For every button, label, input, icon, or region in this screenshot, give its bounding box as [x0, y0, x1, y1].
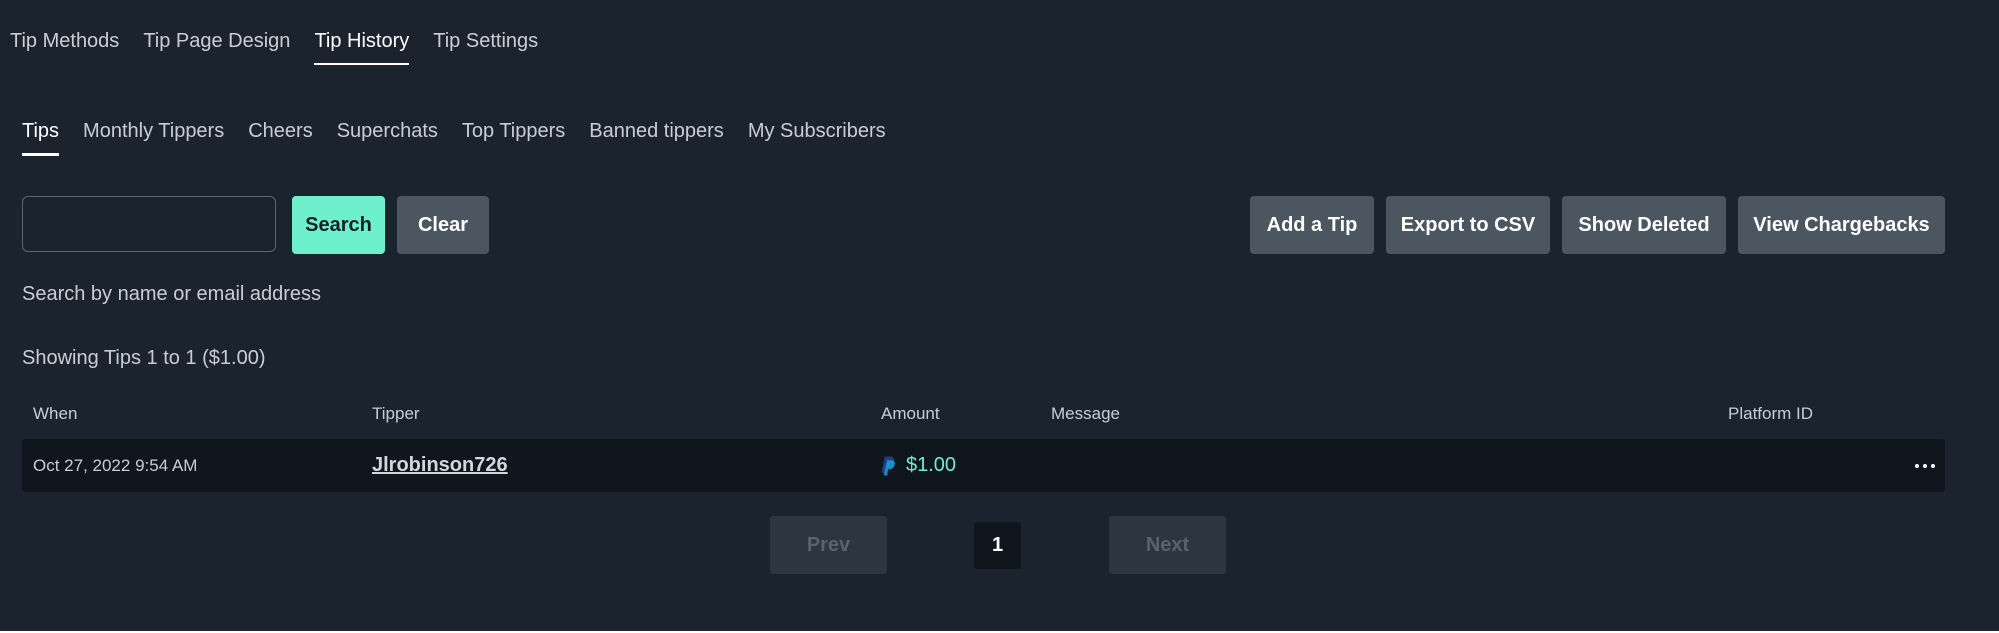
clear-button[interactable]: Clear — [397, 196, 489, 254]
search-input[interactable] — [22, 196, 276, 252]
column-header-tipper: Tipper — [372, 404, 420, 423]
subtab-top-tippers[interactable]: Top Tippers — [462, 120, 565, 156]
tab-tip-history[interactable]: Tip History — [314, 30, 410, 65]
tip-amount-cell: $1.00 — [880, 439, 956, 492]
subtab-tips[interactable]: Tips — [22, 120, 60, 156]
paypal-icon — [881, 456, 895, 475]
prev-page-button[interactable]: Prev — [770, 516, 887, 574]
tab-tip-methods[interactable]: Tip Methods — [10, 30, 119, 65]
tipper-link[interactable]: Jlrobinson726 — [372, 439, 508, 492]
subtab-my-subscribers[interactable]: My Subscribers — [748, 120, 886, 156]
results-summary: Showing Tips 1 to 1 ($1.00) — [22, 347, 266, 369]
table-header: When Tipper Amount Message Platform ID — [22, 404, 1945, 428]
page-number-button[interactable]: 1 — [974, 522, 1021, 569]
subtab-cheers[interactable]: Cheers — [248, 120, 312, 156]
column-header-when: When — [33, 404, 78, 423]
export-csv-button[interactable]: Export to CSV — [1386, 196, 1550, 254]
tip-date: Oct 27, 2022 9:54 AM — [33, 455, 198, 475]
subtab-superchats[interactable]: Superchats — [337, 120, 438, 156]
sub-tab-bar: Tips Monthly Tippers Cheers Superchats T… — [22, 120, 886, 156]
tab-tip-page-design[interactable]: Tip Page Design — [143, 30, 290, 65]
tip-amount: $1.00 — [906, 454, 957, 476]
top-tab-bar: Tip Methods Tip Page Design Tip History … — [10, 30, 538, 65]
toolbar: Search Clear Add a Tip Export to CSV Sho… — [22, 196, 1945, 254]
search-button[interactable]: Search — [292, 196, 385, 254]
search-hint: Search by name or email address — [22, 283, 322, 305]
subtab-monthly-tippers[interactable]: Monthly Tippers — [83, 120, 224, 156]
subtab-banned-tippers[interactable]: Banned tippers — [589, 120, 724, 156]
table-row: Oct 27, 2022 9:54 AM Jlrobinson726 $1.00 — [22, 439, 1945, 492]
show-deleted-button[interactable]: Show Deleted — [1562, 196, 1726, 254]
add-tip-button[interactable]: Add a Tip — [1250, 196, 1374, 254]
view-chargebacks-button[interactable]: View Chargebacks — [1738, 196, 1945, 254]
column-header-message: Message — [1051, 404, 1120, 423]
tab-tip-settings[interactable]: Tip Settings — [433, 30, 538, 65]
column-header-amount: Amount — [881, 404, 940, 423]
more-options-icon[interactable] — [1915, 439, 1935, 492]
next-page-button[interactable]: Next — [1109, 516, 1226, 574]
column-header-platform-id: Platform ID — [1728, 404, 1814, 423]
